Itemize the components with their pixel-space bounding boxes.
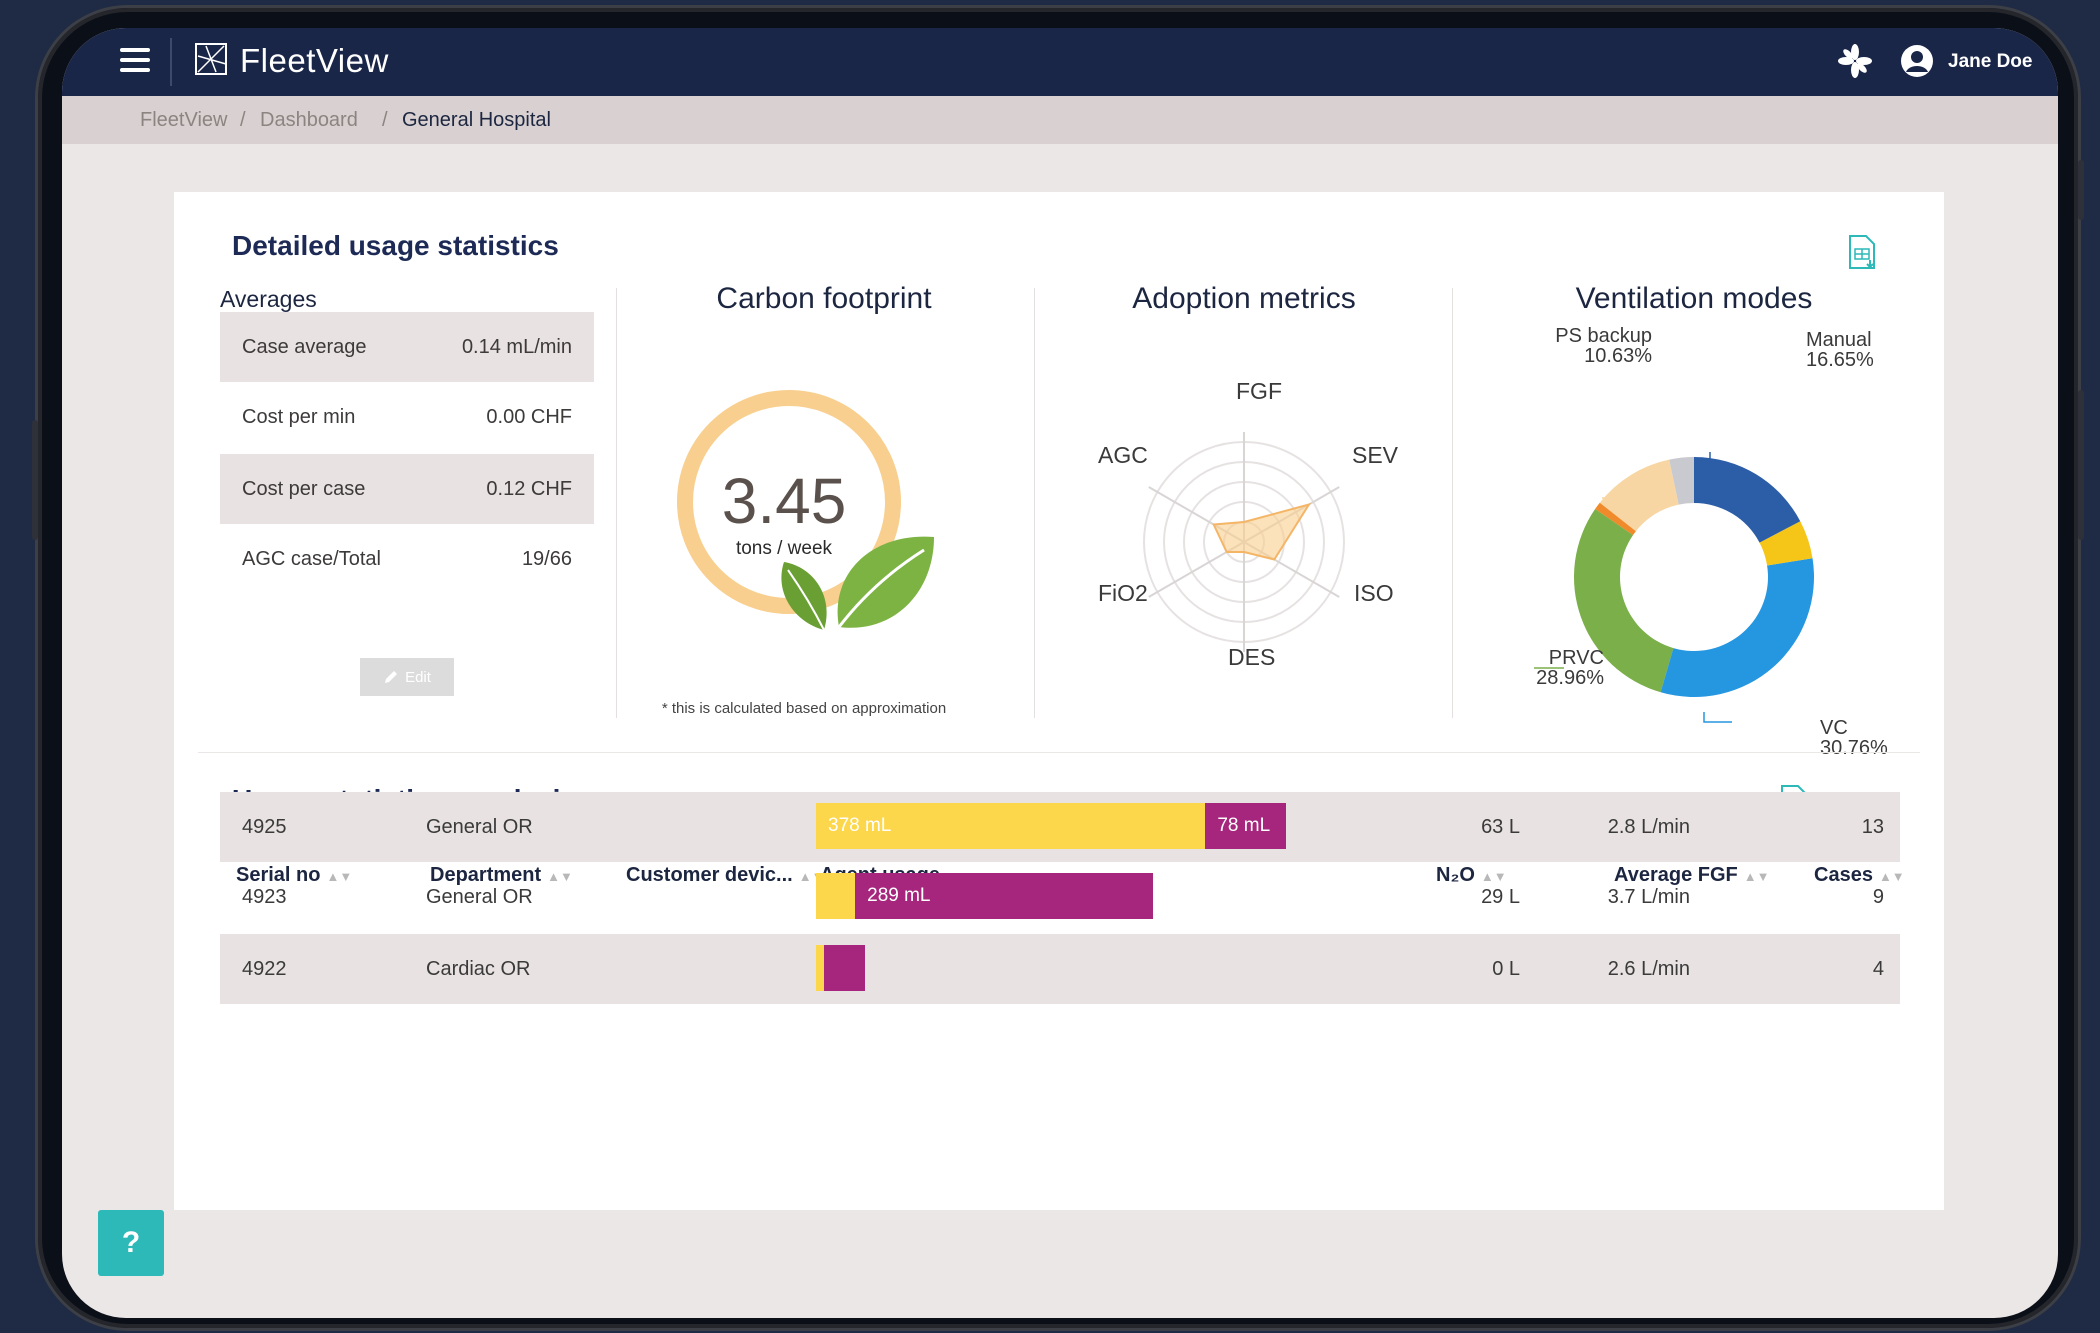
- radar-axis-label: AGC: [1098, 442, 1148, 468]
- average-row: Case average 0.14 mL/min: [220, 312, 594, 382]
- cell-department: General OR: [426, 816, 533, 838]
- edit-averages-button[interactable]: Edit: [360, 658, 454, 696]
- usage-statistics-card: Detailed usage statistics Averages Case …: [174, 192, 1944, 1210]
- panel-divider: [616, 288, 617, 718]
- panel-divider: [1452, 288, 1453, 718]
- cell-serial: 4925: [242, 816, 287, 838]
- table-row[interactable]: 4925 General OR 63 L 2.8 L/min 13 378 mL 78 mL: [220, 792, 1900, 862]
- average-label: Cost per min: [242, 405, 356, 428]
- leader-line: [1703, 712, 1732, 723]
- cell-serial: 4923: [242, 886, 287, 908]
- breadcrumb-dashboard[interactable]: Dashboard: [260, 109, 358, 132]
- donut-label-ps-backup: PS backup 10.63%: [1552, 326, 1652, 366]
- cell-n2o: 63 L: [1481, 816, 1520, 838]
- cell-serial: 4922: [242, 958, 287, 980]
- radar-area: [1212, 502, 1312, 561]
- slice-name: PRVC: [1548, 647, 1604, 669]
- cell-cases: 13: [1861, 816, 1884, 838]
- cell-n2o: 29 L: [1481, 886, 1520, 908]
- radar-axis-label: SEV: [1352, 442, 1399, 468]
- donut-slice[interactable]: [1660, 558, 1814, 697]
- radar-axis-label: ISO: [1354, 580, 1394, 606]
- user-avatar-icon[interactable]: [1900, 44, 1934, 78]
- average-value: 0.14 mL/min: [461, 335, 572, 358]
- ventilation-modes-title: Ventilation modes: [1575, 282, 1813, 315]
- hamburger-menu-icon[interactable]: [120, 48, 150, 72]
- radar-axis-label: FiO2: [1098, 580, 1148, 606]
- slice-name: Manual: [1806, 329, 1872, 351]
- slice-percent: 30.76%: [1820, 737, 1888, 759]
- asterisk-sparkle-icon[interactable]: [1838, 44, 1872, 78]
- average-value: 19/66: [521, 547, 572, 570]
- cell-average-fgf: 2.8 L/min: [1607, 816, 1690, 838]
- ventilation-donut-chart: [1534, 452, 1814, 723]
- carbon-unit: tons / week: [735, 538, 833, 559]
- help-button[interactable]: ?: [98, 1210, 164, 1276]
- cell-department: Cardiac OR: [426, 958, 531, 980]
- table-row[interactable]: 4923 General OR 29 L 3.7 L/min 9 289 mL: [220, 862, 1900, 932]
- cell-average-fgf: 2.6 L/min: [1607, 958, 1690, 980]
- breadcrumb-separator: /: [382, 109, 388, 131]
- fleetview-logo-icon: [195, 43, 227, 75]
- slice-percent: 28.96%: [1536, 667, 1604, 689]
- average-row: Cost per case 0.12 CHF: [220, 454, 594, 524]
- cell-department: General OR: [426, 886, 533, 908]
- device-side-button: [2078, 160, 2084, 220]
- device-side-button: [2078, 390, 2084, 540]
- user-name[interactable]: Jane Doe: [1948, 51, 2032, 73]
- average-value: 0.12 CHF: [486, 477, 572, 500]
- donut-label-prvc: PRVC 28.96%: [1524, 648, 1604, 688]
- agent-bar-purple: 289 mL: [855, 873, 1153, 919]
- adoption-metrics-title: Adoption metrics: [1132, 282, 1356, 315]
- section-divider: [198, 752, 1920, 753]
- agent-bar-purple: 78 mL: [1205, 803, 1286, 849]
- agent-bar-purple: [824, 945, 866, 991]
- edit-button-label: Edit: [405, 668, 431, 686]
- slice-name: PS backup: [1555, 325, 1652, 347]
- donut-label-manual: Manual 16.65%: [1806, 330, 1874, 370]
- averages-heading: Averages: [220, 286, 317, 312]
- average-label: Cost per case: [242, 477, 366, 500]
- slice-percent: 16.65%: [1806, 349, 1874, 371]
- export-spreadsheet-icon[interactable]: [1846, 234, 1878, 270]
- cell-average-fgf: 3.7 L/min: [1607, 886, 1690, 908]
- cell-cases: 9: [1872, 886, 1884, 908]
- agent-bar-yellow: 378 mL: [816, 803, 1206, 849]
- device-screen: FleetView Jane Doe FleetView / Dashboard…: [62, 28, 2058, 1318]
- radar-axis-label: FGF: [1236, 378, 1282, 404]
- nav-divider: [170, 38, 172, 86]
- pencil-icon: [385, 671, 398, 683]
- carbon-footnote: * this is calculated based on approximat…: [661, 700, 947, 717]
- breadcrumb-current: General Hospital: [402, 109, 551, 131]
- average-label: Case average: [242, 335, 367, 358]
- carbon-value: 3.45: [721, 465, 847, 537]
- average-row: AGC case/Total 19/66: [220, 524, 594, 594]
- slice-percent: 10.63%: [1584, 345, 1652, 367]
- panel-divider: [1034, 288, 1035, 718]
- top-navigation-bar: FleetView Jane Doe: [62, 28, 2058, 96]
- radar-axis-label: DES: [1228, 644, 1276, 670]
- app-title: FleetView: [240, 42, 389, 79]
- device-side-button: [32, 420, 38, 540]
- cell-cases: 4: [1872, 958, 1884, 980]
- breadcrumb-separator: /: [240, 109, 246, 131]
- table-row[interactable]: 4922 Cardiac OR 0 L 2.6 L/min 4: [220, 934, 1900, 1004]
- detailed-usage-title: Detailed usage statistics: [232, 230, 559, 261]
- average-value: 0.00 CHF: [486, 405, 572, 428]
- agent-bar-yellow: [816, 945, 825, 991]
- carbon-footprint-title: Carbon footprint: [716, 282, 932, 315]
- cell-n2o: 0 L: [1492, 958, 1520, 980]
- average-label: AGC case/Total: [242, 547, 381, 570]
- average-row: Cost per min 0.00 CHF: [220, 382, 594, 452]
- breadcrumb-fleetview[interactable]: FleetView: [140, 109, 227, 132]
- slice-name: VC: [1820, 717, 1848, 739]
- agent-bar-yellow: [816, 873, 856, 919]
- breadcrumb: FleetView / Dashboard / General Hospital: [62, 96, 2058, 144]
